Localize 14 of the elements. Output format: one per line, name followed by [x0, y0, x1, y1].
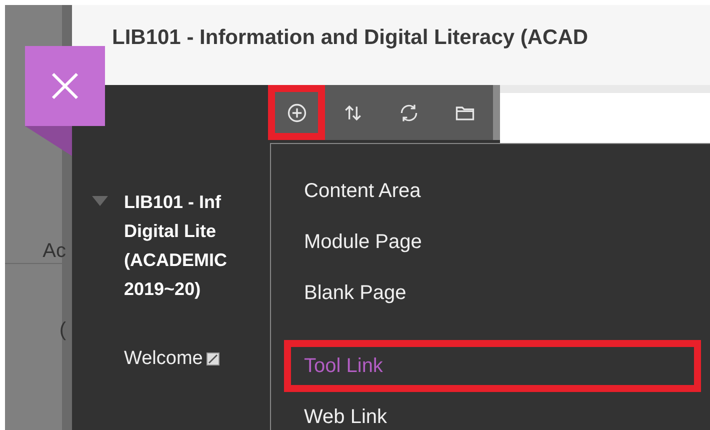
close-icon: [50, 71, 80, 101]
ribbon-fold: [25, 126, 72, 156]
menu-item[interactable]: Module Page: [284, 216, 701, 268]
checkbox-icon: [206, 352, 220, 366]
menu-link[interactable]: Welcome: [124, 348, 203, 370]
side-label: (: [59, 319, 67, 342]
course-title: LIB101 - Information and Digital Literacy (ACAD: [112, 26, 588, 50]
side-label: Ac: [42, 240, 67, 263]
add-icon: [286, 102, 308, 124]
course-name[interactable]: LIB101 - Inf Digital Lite (ACADEMIC 2019~20): [124, 188, 264, 304]
menu-item[interactable]: Blank Page: [284, 268, 701, 318]
menu-item[interactable]: Content Area: [284, 166, 701, 217]
menu-item[interactable]: Web Link: [284, 392, 701, 430]
close-button[interactable]: [25, 46, 105, 126]
